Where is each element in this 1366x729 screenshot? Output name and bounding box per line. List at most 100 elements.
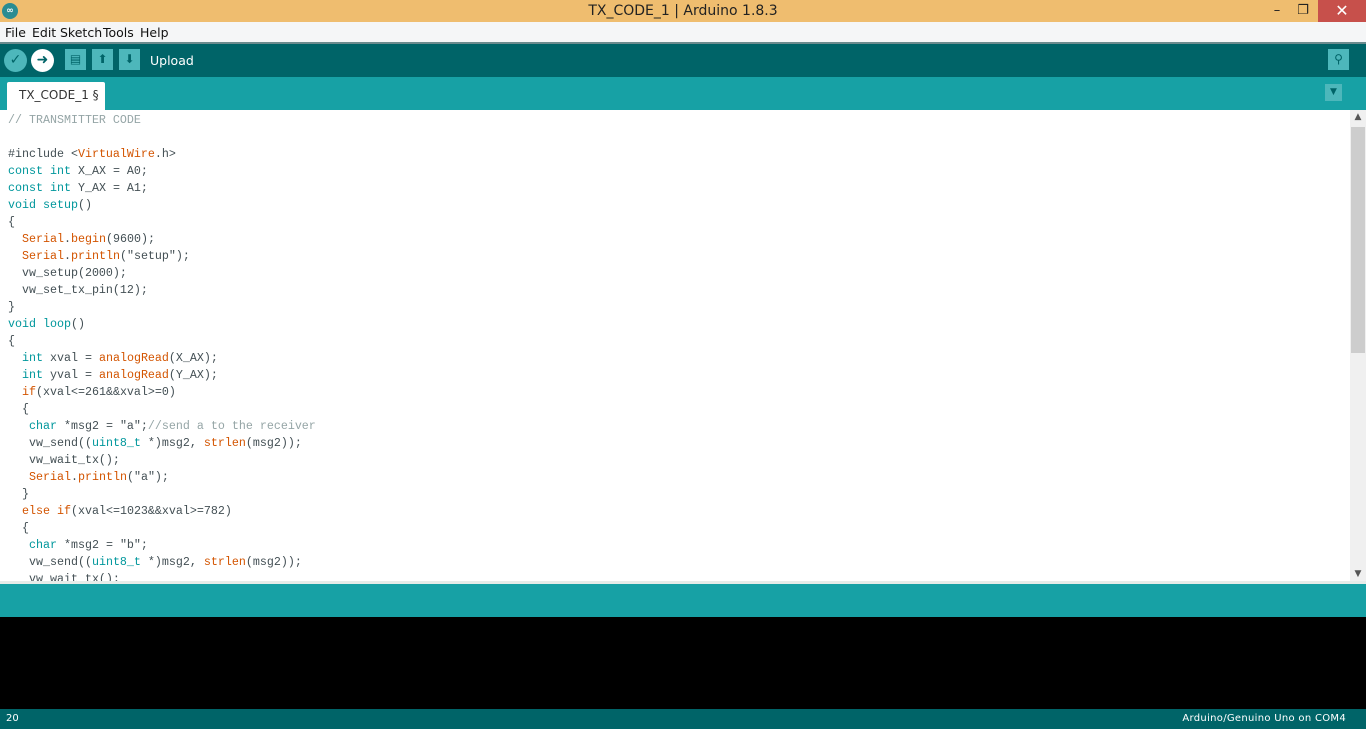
menu-bar: File Edit Sketch Tools Help [0, 22, 1366, 44]
code-token: begin [70, 232, 106, 246]
code-token: //send a to the receiver [147, 419, 316, 433]
code-token: if [22, 385, 36, 399]
code-token: X_AX = A0; [70, 164, 148, 178]
code-token: VirtualWire [77, 147, 155, 161]
open-button[interactable]: ⬆ [92, 49, 113, 70]
new-button[interactable]: ▤ [65, 49, 86, 70]
status-bar: 20 Arduino/Genuino Uno on COM4 [0, 709, 1366, 729]
restore-button[interactable]: ❐ [1288, 0, 1318, 22]
code-line: if(xval<=261&&xval>=0) [8, 384, 316, 401]
code-token: { [8, 334, 15, 348]
board-port-status: Arduino/Genuino Uno on COM4 [1182, 713, 1346, 724]
code-token: int [22, 351, 43, 365]
code-line: vw_send((uint8_t *)msg2, strlen(msg2)); [8, 554, 316, 571]
code-token: int [22, 368, 43, 382]
title-bar: ∞ TX_CODE_1 | Arduino 1.8.3 – ❐ ✕ [0, 0, 1366, 22]
code-token: { [8, 215, 15, 229]
code-token: xval = [43, 351, 99, 365]
menu-tools[interactable]: Tools [103, 25, 134, 40]
code-line: } [8, 486, 316, 503]
code-token: .h> [154, 147, 176, 161]
toolbar: ✓ ➜ ▤ ⬆ ⬇ Upload ⚲ [0, 44, 1366, 77]
code-token: println [70, 249, 120, 263]
code-token: uint8_t [91, 436, 141, 450]
code-token: // TRANSMITTER CODE [8, 113, 141, 127]
code-token: { [8, 402, 29, 416]
scroll-down-icon[interactable]: ▼ [1350, 569, 1366, 579]
code-token: analogRead [98, 351, 169, 365]
code-token: } [8, 300, 15, 314]
upload-button[interactable]: ➜ [31, 49, 54, 72]
close-button[interactable]: ✕ [1318, 0, 1366, 22]
scroll-up-icon[interactable]: ▲ [1350, 112, 1366, 122]
code-token: () [70, 317, 85, 331]
code-line: const int X_AX = A0; [8, 163, 316, 180]
code-line: const int Y_AX = A1; [8, 180, 316, 197]
code-line: { [8, 333, 316, 350]
code-token: ("a"); [126, 470, 169, 484]
code-token: char [29, 538, 57, 552]
code-token: *msg2 = "b"; [56, 538, 148, 552]
message-area [0, 581, 1366, 617]
menu-file[interactable]: File [5, 25, 26, 40]
code-token: uint8_t [91, 555, 141, 569]
code-token: (xval<=1023&&xval>=782) [70, 504, 232, 518]
code-token: (msg2)); [245, 436, 302, 450]
code-token: const int [8, 181, 71, 195]
code-line: else if(xval<=1023&&xval>=782) [8, 503, 316, 520]
editor-scrollbar[interactable]: ▲ ▼ [1350, 110, 1366, 581]
code-token: *msg2 = "a"; [56, 419, 148, 433]
verify-button[interactable]: ✓ [4, 49, 27, 72]
code-line: void setup() [8, 197, 316, 214]
scrollbar-thumb[interactable] [1351, 127, 1365, 353]
code-token: Serial [22, 249, 64, 263]
code-token: Y_AX = A1; [70, 181, 148, 195]
tab-menu-dropdown-icon[interactable]: ▼ [1325, 84, 1342, 101]
code-line: int yval = analogRead(Y_AX); [8, 367, 316, 384]
code-token: #include < [8, 147, 78, 161]
code-token: vw_send(( [8, 436, 92, 450]
code-token: { [8, 521, 29, 535]
code-token: else [22, 504, 50, 518]
code-token: if [56, 504, 71, 518]
menu-help[interactable]: Help [140, 25, 169, 40]
code-token: println [77, 470, 127, 484]
code-line: Serial.println("a"); [8, 469, 316, 486]
code-line: char *msg2 = "b"; [8, 537, 316, 554]
code-token: const int [8, 164, 71, 178]
code-token: vw_wait_tx(); [8, 572, 120, 581]
code-line: vw_setup(2000); [8, 265, 316, 282]
code-line: } [8, 299, 316, 316]
code-line: vw_wait_tx(); [8, 571, 316, 581]
window-title: TX_CODE_1 | Arduino 1.8.3 [588, 3, 778, 19]
code-token: (X_AX); [168, 351, 218, 365]
menu-edit[interactable]: Edit [32, 25, 56, 40]
code-token: . [63, 232, 71, 246]
code-line: vw_set_tx_pin(12); [8, 282, 316, 299]
code-token: strlen [203, 555, 246, 569]
code-editor[interactable]: // TRANSMITTER CODE #include <VirtualWire… [0, 110, 1350, 581]
tab-tx-code-1[interactable]: TX_CODE_1 § [7, 82, 105, 110]
code-line: { [8, 520, 316, 537]
code-line: { [8, 214, 316, 231]
code-token: *)msg2, [140, 436, 204, 450]
menu-sketch[interactable]: Sketch [60, 25, 102, 40]
code-token: (Y_AX); [168, 368, 218, 382]
code-line: char *msg2 = "a";//send a to the receive… [8, 418, 316, 435]
code-token: void setup [8, 198, 78, 212]
code-token: *)msg2, [140, 555, 204, 569]
code-line: Serial.begin(9600); [8, 231, 316, 248]
code-token: vw_set_tx_pin(12); [8, 283, 148, 297]
code-token: vw_send(( [8, 555, 92, 569]
save-button[interactable]: ⬇ [119, 49, 140, 70]
code-token: } [8, 487, 29, 501]
line-number: 20 [6, 713, 19, 724]
serial-monitor-button[interactable]: ⚲ [1328, 49, 1349, 70]
